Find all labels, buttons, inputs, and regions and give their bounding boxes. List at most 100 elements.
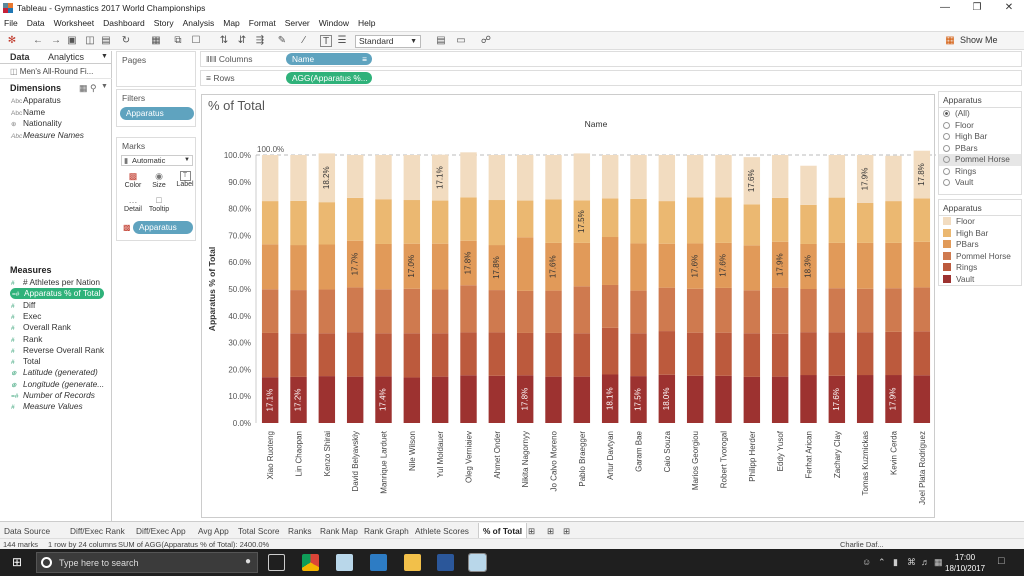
bar-segment-rings[interactable] [431,333,449,377]
dimension-item-apparatus[interactable]: AbcApparatus [11,95,61,106]
bar-segment-pbars[interactable] [885,242,902,289]
filter-option-rings[interactable]: Rings [939,166,1021,178]
legend-item-high-bar[interactable]: High Bar [939,228,1021,240]
show-me-button[interactable]: Show Me [960,35,998,45]
bar-segment-pbars[interactable] [913,241,931,288]
bar-segment-rings[interactable] [290,333,307,377]
new-dashboard-icon[interactable]: ⊞ [547,526,554,536]
clear-sheet-icon[interactable]: ☐ [190,35,202,47]
bar-segment-pommel-horse[interactable] [375,289,392,334]
chevron-up-icon[interactable]: ⌃ [878,557,886,568]
bar-segment-pommel-horse[interactable] [516,290,534,333]
bar-segment-floor[interactable] [545,155,562,200]
chrome-icon[interactable] [302,554,319,571]
bar-segment-rings[interactable] [913,331,931,376]
save-icon[interactable]: ▣ [66,35,78,47]
chevron-down-icon[interactable]: ▼ [101,53,108,60]
bar-segment-pbars[interactable] [658,243,676,288]
pages-card[interactable]: Pages [116,51,196,87]
bar-segment-pommel-horse[interactable] [261,289,279,333]
measure-item-longitude-generate[interactable]: ⊕ Longitude (generate... [11,379,104,390]
bar-segment-high-bar[interactable] [630,198,647,244]
dimension-item-nationality[interactable]: ⊕ Nationality [11,118,62,129]
bar-segment-pommel-horse[interactable] [913,287,931,332]
sheet-tab-diff-exec-rank[interactable]: Diff/Exec Rank [70,526,125,536]
bar-segment-rings[interactable] [545,332,562,377]
sheet-tab-data-source[interactable]: Data Source [4,526,50,536]
sheet-tab-ranks[interactable]: Ranks [288,526,312,536]
bar-segment-high-bar[interactable] [715,197,732,243]
bar-segment-high-bar[interactable] [885,201,902,243]
volume-icon[interactable]: ♬ [921,557,930,567]
measure-item-reverse-overall-rank[interactable]: # Reverse Overall Rank [11,345,104,356]
dimension-item-measure-names[interactable]: AbcMeasure Names [11,130,84,141]
filters-card[interactable]: Filters Apparatus [116,89,196,127]
bar-segment-floor[interactable] [290,155,307,201]
bar-segment-pommel-horse[interactable] [403,288,421,334]
bar-segment-vault[interactable] [715,375,732,423]
legend-item-vault[interactable]: Vault [939,274,1021,286]
bar-segment-floor[interactable] [658,155,676,202]
measure-item-rank[interactable]: # Rank [11,334,42,345]
refresh-icon[interactable]: ↻ [120,35,132,47]
sort-desc-icon[interactable]: ⇶ [254,35,266,47]
rows-pill-apparatus-pct[interactable]: AGG(Apparatus %... [286,72,372,84]
bar-segment-pommel-horse[interactable] [771,287,789,334]
bar-segment-rings[interactable] [771,333,789,377]
menu-item-analysis[interactable]: Analysis [183,18,215,28]
bar-segment-pbars[interactable] [601,237,619,285]
bar-segment-floor[interactable] [261,155,279,202]
bar-segment-floor[interactable] [771,155,789,198]
alteryx-icon[interactable] [370,554,387,571]
color-button[interactable]: ▩ Color [121,171,145,193]
new-story-icon[interactable]: ⊞ [563,526,570,536]
bar-segment-vault[interactable] [460,375,477,423]
measure-item-overall-rank[interactable]: # Overall Rank [11,322,71,333]
bar-segment-high-bar[interactable] [431,200,449,244]
presentation-icon[interactable]: ▭ [455,35,467,47]
legend-item-floor[interactable]: Floor [939,216,1021,228]
bar-segment-floor[interactable] [885,155,902,202]
filter-option-all[interactable]: (All) [939,108,1021,120]
bar-segment-rings[interactable] [488,332,506,376]
columns-pill-name[interactable]: Name ≡ [286,53,372,65]
filter-option-high-bar[interactable]: High Bar [939,131,1021,143]
bar-segment-high-bar[interactable] [913,198,931,242]
bar-segment-rings[interactable] [516,332,534,376]
sheet-tab-avg-app[interactable]: Avg App [198,526,229,536]
bar-segment-pommel-horse[interactable] [800,289,817,333]
task-view-icon[interactable] [268,554,285,571]
search-icon[interactable]: ⚲ [90,83,97,94]
measure-item-athletes-per-nation[interactable]: # # Athletes per Nation [11,277,100,288]
bar-segment-pommel-horse[interactable] [715,287,732,333]
bar-segment-pbars[interactable] [856,242,874,289]
sheet-tab-diff-exec-app[interactable]: Diff/Exec App [136,526,186,536]
bar-segment-floor[interactable] [346,155,364,198]
bar-segment-floor[interactable] [715,155,732,198]
bar-segment-pommel-horse[interactable] [460,285,477,333]
bar-segment-floor[interactable] [460,152,477,198]
new-worksheet-icon[interactable]: ⊞ [528,526,535,536]
columns-shelf[interactable]: ‖‖‖ Columns Name ≡ [200,51,1022,67]
bar-segment-high-bar[interactable] [516,200,534,238]
bar-segment-high-bar[interactable] [290,200,307,246]
person-icon[interactable]: ☺ [862,557,871,567]
bar-segment-floor[interactable] [375,155,392,200]
tab-analytics[interactable]: Analytics [48,52,84,62]
close-icon[interactable]: ✕ [994,0,1024,15]
measure-item-latitude-generated[interactable]: ⊕ Latitude (generated) [11,367,98,378]
bar-segment-pommel-horse[interactable] [318,289,336,334]
filter-option-floor[interactable]: Floor [939,120,1021,132]
bar-segment-vault[interactable] [488,375,506,423]
sheet-tab-total-score[interactable]: Total Score [238,526,280,536]
bar-segment-high-bar[interactable] [800,204,817,244]
sheet-tab-rank-map[interactable]: Rank Map [320,526,358,536]
menu-item-file[interactable]: File [4,18,18,28]
bar-segment-vault[interactable] [800,375,817,423]
bar-segment-rings[interactable] [403,333,421,378]
bar-segment-vault[interactable] [318,376,336,423]
bar-segment-floor[interactable] [516,155,534,201]
show-labels-icon[interactable]: T [320,35,332,47]
forward-icon[interactable]: → [50,35,62,47]
bar-segment-vault[interactable] [403,377,421,423]
